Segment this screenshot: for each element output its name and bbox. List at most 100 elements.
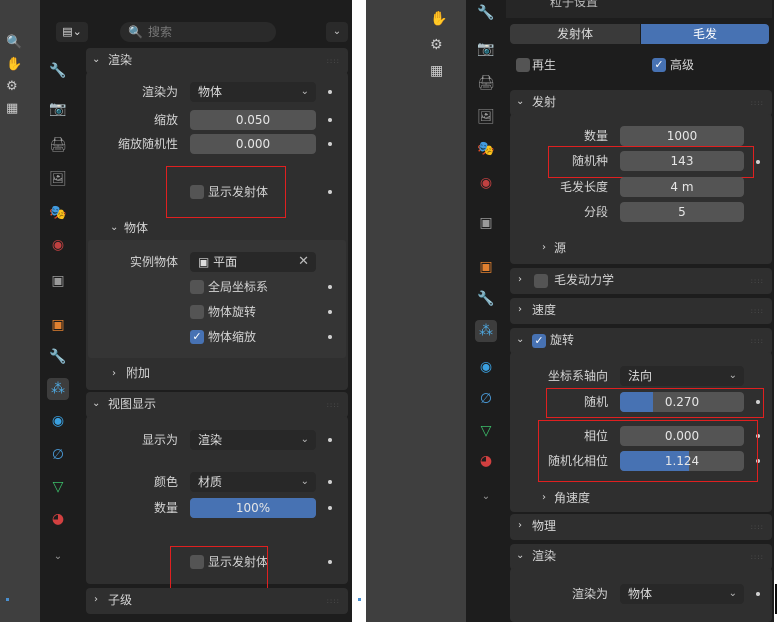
constraint-tab-icon[interactable]: ∅ [47, 444, 69, 466]
keyframe-dot[interactable] [328, 506, 332, 510]
render-section-header[interactable]: ⌄ 渲染 :::: [510, 544, 772, 570]
keyframe-dot[interactable] [328, 90, 332, 94]
scene-tab-icon[interactable]: 🎭 [475, 138, 497, 160]
zoom-icon[interactable]: 🔍 [6, 32, 26, 54]
expand-chevron-icon: › [542, 242, 546, 253]
keyframe-dot[interactable] [328, 335, 332, 339]
tool-tab-icon[interactable]: 🔧 [475, 2, 497, 24]
drag-grip-icon[interactable]: :::: [751, 99, 764, 107]
material-tab-icon[interactable]: ◕ [47, 508, 69, 530]
collection-tab-icon[interactable]: ▣ [47, 270, 69, 292]
particles-tab-icon[interactable]: ⁂ [47, 378, 69, 400]
render-as-dropdown[interactable]: 物体 ⌄ [620, 584, 744, 604]
source-subsection[interactable]: 源 [554, 240, 566, 256]
hand-icon[interactable]: ✋ [6, 54, 26, 76]
collection-tab-icon[interactable]: ▣ [475, 212, 497, 234]
scale-random-field[interactable]: 0.000 [190, 134, 316, 154]
scale-field[interactable]: 0.050 [190, 110, 316, 130]
drag-grip-icon[interactable]: :::: [327, 401, 340, 409]
hair-length-field[interactable]: 4 m [620, 177, 744, 197]
drag-grip-icon[interactable]: :::: [751, 277, 764, 285]
rotation-checkbox[interactable]: ✓ [532, 334, 546, 348]
drag-grip-icon[interactable]: :::: [327, 57, 340, 65]
constraint-tab-icon[interactable]: ∅ [475, 388, 497, 410]
keyframe-dot[interactable] [328, 310, 332, 314]
extra-subsection[interactable]: 附加 [126, 365, 150, 381]
physics-tab-icon[interactable]: ◉ [47, 410, 69, 432]
grid-icon[interactable]: ▦ [6, 98, 26, 120]
editor-type-button[interactable]: ▤⌄ [56, 22, 88, 42]
orientation-axis-dropdown[interactable]: 法向 ⌄ [620, 366, 744, 386]
world-tab-icon[interactable]: ◉ [475, 172, 497, 194]
data-tab-icon[interactable]: ▽ [475, 420, 497, 442]
keyframe-dot[interactable] [756, 592, 760, 596]
object-tab-icon[interactable]: ▣ [47, 314, 69, 336]
material-tab-icon[interactable]: ◕ [475, 450, 497, 472]
object-subsection-title[interactable]: 物体 [124, 220, 148, 236]
output-tab-icon[interactable]: 🖨 [475, 72, 497, 94]
orientation-axis-value: 法向 [628, 369, 653, 383]
global-coords-checkbox[interactable] [190, 280, 204, 294]
object-tab-icon[interactable]: ▣ [475, 256, 497, 278]
render-tab-icon[interactable]: 📷 [47, 98, 69, 120]
keyframe-dot[interactable] [328, 142, 332, 146]
segments-field[interactable]: 5 [620, 202, 744, 222]
advanced-checkbox[interactable]: ✓ [652, 58, 666, 72]
world-tab-icon[interactable]: ◉ [47, 234, 69, 256]
clear-x-icon[interactable]: ✕ [298, 252, 309, 272]
options-dropdown[interactable]: ⌄ [326, 22, 348, 42]
view-layer-tab-icon[interactable]: 🖼 [475, 106, 497, 128]
hair-dynamics-header[interactable]: › 毛发动力学 :::: [510, 268, 772, 294]
particles-tab-icon[interactable]: ⁂ [475, 320, 497, 342]
output-tab-icon[interactable]: 🖨 [47, 134, 69, 156]
viewport-display-header[interactable]: ⌄ 视图显示 :::: [86, 392, 348, 418]
emission-section-header[interactable]: ⌄ 发射 :::: [510, 90, 772, 116]
render-as-dropdown[interactable]: 物体 ⌄ [190, 82, 316, 102]
children-section-header[interactable]: › 子级 :::: [86, 588, 348, 614]
render-tab-icon[interactable]: 📷 [475, 38, 497, 60]
color-dropdown[interactable]: 材质 ⌄ [190, 472, 316, 492]
keyframe-dot[interactable] [328, 438, 332, 442]
velocity-header[interactable]: › 速度 :::: [510, 298, 772, 324]
drag-grip-icon[interactable]: :::: [751, 307, 764, 315]
drag-grip-icon[interactable]: :::: [751, 337, 764, 345]
regrow-checkbox[interactable] [516, 58, 530, 72]
modifier-tab-icon[interactable]: 🔧 [47, 346, 69, 368]
keyframe-dot[interactable] [328, 285, 332, 289]
keyframe-dot[interactable] [756, 160, 760, 164]
hair-dynamics-checkbox[interactable] [534, 274, 548, 288]
keyframe-dot[interactable] [328, 480, 332, 484]
angular-velocity-subsection[interactable]: 角速度 [554, 490, 590, 506]
object-rotation-checkbox[interactable] [190, 305, 204, 319]
tool-tab-icon[interactable]: 🔧 [47, 60, 69, 82]
tab-emitter[interactable]: 发射体 [510, 24, 640, 44]
grid-icon[interactable]: ▦ [430, 58, 450, 84]
drag-grip-icon[interactable]: :::: [327, 597, 340, 605]
search-input[interactable]: 🔍 搜索 [120, 22, 276, 42]
number-field[interactable]: 1000 [620, 126, 744, 146]
physics-header[interactable]: › 物理 :::: [510, 514, 772, 540]
scene-tab-icon[interactable]: 🎭 [47, 202, 69, 224]
instance-object-value: 平面 [213, 255, 238, 269]
keyframe-dot[interactable] [328, 118, 332, 122]
display-as-dropdown[interactable]: 渲染 ⌄ [190, 430, 316, 450]
tab-hair[interactable]: 毛发 [641, 24, 769, 44]
hand-icon[interactable]: ✋ [430, 6, 450, 32]
view-layer-tab-icon[interactable]: 🖼 [47, 168, 69, 190]
keyframe-dot[interactable] [328, 190, 332, 194]
rotation-header[interactable]: ⌄ ✓ 旋转 :::: [510, 328, 772, 354]
camera-icon[interactable]: ⚙ [430, 32, 450, 58]
instance-object-field[interactable]: ▣ 平面 ✕ [190, 252, 316, 272]
keyframe-dot[interactable] [328, 560, 332, 564]
more-tabs-chevron-icon[interactable]: ⌄ [475, 486, 497, 508]
drag-grip-icon[interactable]: :::: [751, 553, 764, 561]
physics-tab-icon[interactable]: ◉ [475, 356, 497, 378]
camera-icon[interactable]: ⚙ [6, 76, 26, 98]
object-scale-checkbox[interactable]: ✓ [190, 330, 204, 344]
amount-slider[interactable]: 100% [190, 498, 316, 518]
drag-grip-icon[interactable]: :::: [751, 523, 764, 531]
data-tab-icon[interactable]: ▽ [47, 476, 69, 498]
render-section-header[interactable]: ⌄ 渲染 :::: [86, 48, 348, 74]
more-tabs-chevron-icon[interactable]: ⌄ [47, 546, 69, 568]
modifier-tab-icon[interactable]: 🔧 [475, 288, 497, 310]
